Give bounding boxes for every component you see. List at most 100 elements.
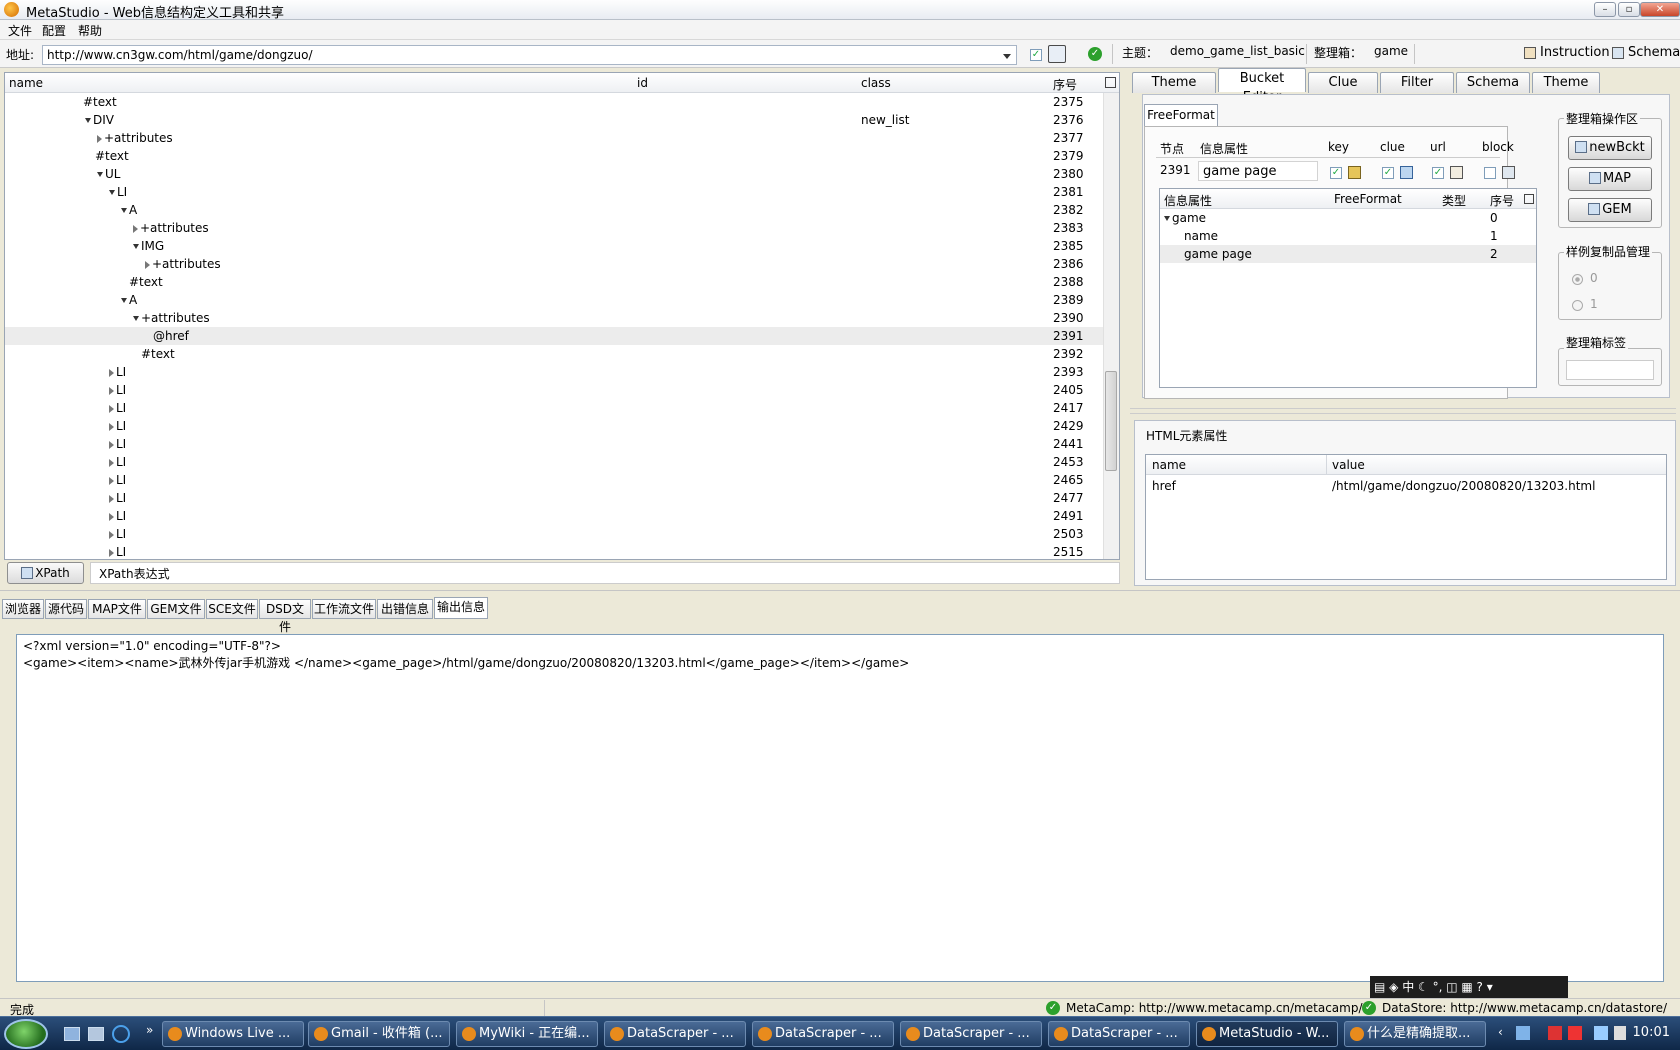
col-id[interactable]: id — [637, 76, 648, 90]
grid-hdr-ff[interactable]: FreeFormat — [1334, 192, 1402, 206]
column-chooser-icon[interactable] — [1105, 77, 1116, 88]
tree-row[interactable]: A 2382 — [5, 201, 1103, 219]
tray-security-icon[interactable] — [1548, 1026, 1562, 1040]
expanded-icon[interactable] — [97, 172, 103, 177]
clue-checkbox[interactable]: ✓ — [1382, 167, 1394, 179]
tab-clue-editor[interactable]: Clue Editor — [1308, 72, 1378, 109]
tree-scrollbar-thumb[interactable] — [1105, 371, 1117, 471]
instruction-link[interactable]: Instruction — [1540, 45, 1610, 60]
radio-1[interactable] — [1572, 300, 1583, 311]
grid-hdr-info[interactable]: 信息属性 — [1164, 192, 1212, 209]
ime-toolbar[interactable]: ▤ ◈ 中 ☾ °, ◫ ▦ ? ▾ — [1370, 976, 1568, 998]
bottom-tab[interactable]: 出错信息 — [377, 599, 433, 619]
bottom-splitter[interactable] — [0, 590, 1680, 594]
schema-link[interactable]: Schema — [1628, 45, 1680, 60]
gem-button[interactable]: GEM — [1568, 198, 1652, 222]
tray-acrobat-icon[interactable] — [1568, 1026, 1582, 1040]
taskbar-item[interactable]: DataScraper - ... — [604, 1021, 746, 1047]
col-class[interactable]: class — [861, 76, 891, 90]
ie-icon[interactable] — [112, 1025, 130, 1043]
clock[interactable]: 10:01 — [1633, 1025, 1670, 1040]
taskbar-item[interactable]: DataScraper - ... — [752, 1021, 894, 1047]
output-panel[interactable]: <?xml version="1.0" encoding="UTF-8"?> <… — [16, 634, 1664, 982]
collapsed-icon[interactable] — [145, 260, 150, 269]
tree-row[interactable]: +attributes 2386 — [5, 255, 1103, 273]
tab-bucket-editor[interactable]: Bucket Editor — [1218, 68, 1306, 105]
bottom-tab[interactable]: 源代码 — [45, 599, 87, 619]
tab-schema-list[interactable]: Schema List — [1456, 72, 1530, 109]
switch-windows-icon[interactable] — [88, 1027, 104, 1041]
close-button[interactable]: ✕ — [1640, 2, 1680, 17]
tree-row[interactable]: LI 2405 — [5, 381, 1103, 399]
tree-row[interactable]: #text 2379 — [5, 147, 1103, 165]
url-checkbox[interactable]: ✓ — [1432, 167, 1444, 179]
props-hdr-name[interactable]: name — [1152, 458, 1186, 472]
bottom-tab[interactable]: GEM文件 — [147, 599, 205, 619]
tree-row[interactable]: IMG 2385 — [5, 237, 1103, 255]
tray-display-icon[interactable] — [1594, 1026, 1608, 1040]
minimize-button[interactable]: – — [1594, 2, 1616, 17]
tree-scrollbar[interactable] — [1103, 93, 1119, 559]
collapsed-icon[interactable] — [133, 224, 138, 233]
collapsed-icon[interactable] — [109, 494, 114, 503]
collapsed-icon[interactable] — [109, 458, 114, 467]
tree-row[interactable]: LI 2441 — [5, 435, 1103, 453]
tree-row[interactable]: LI 2429 — [5, 417, 1103, 435]
grid-column-chooser-icon[interactable] — [1524, 194, 1534, 204]
tree-row[interactable]: LI 2381 — [5, 183, 1103, 201]
xpath-input[interactable]: XPath表达式 — [90, 562, 1120, 584]
tree-row[interactable]: @href 2391 — [5, 327, 1103, 345]
tree-row[interactable]: #text 2388 — [5, 273, 1103, 291]
taskbar-item[interactable]: 什么是精确提取... — [1344, 1021, 1486, 1047]
collapsed-icon[interactable] — [97, 134, 102, 143]
collapsed-icon[interactable] — [109, 476, 114, 485]
newbckt-button[interactable]: newBckt — [1568, 136, 1652, 160]
bottom-tab[interactable]: 浏览器 — [2, 599, 44, 619]
key-checkbox[interactable]: ✓ — [1330, 167, 1342, 179]
tree-row[interactable]: LI 2477 — [5, 489, 1103, 507]
metacamp-link[interactable]: MetaCamp: http://www.metacamp.cn/metacam… — [1066, 1001, 1363, 1015]
expanded-icon[interactable] — [121, 298, 127, 303]
splitter[interactable] — [1130, 408, 1676, 414]
taskbar-item[interactable]: MetaStudio - W... — [1196, 1021, 1338, 1047]
tree-row[interactable]: A 2389 — [5, 291, 1103, 309]
tab-theme-editor[interactable]: Theme Editor — [1132, 72, 1216, 109]
bucket-tag-input[interactable] — [1566, 360, 1654, 380]
bottom-tab[interactable]: SCE文件 — [206, 599, 258, 619]
bottom-tab[interactable]: DSD文件 — [259, 599, 311, 634]
menu-config[interactable]: 配置 — [42, 22, 66, 39]
bottom-tab[interactable]: 输出信息 — [434, 597, 488, 619]
info-attr-input[interactable]: game page — [1198, 161, 1318, 181]
props-row-value[interactable]: /html/game/dongzuo/20080820/13203.html — [1332, 479, 1595, 493]
tray-network-icon[interactable] — [1516, 1026, 1530, 1040]
col-name[interactable]: name — [9, 76, 43, 90]
props-row-name[interactable]: href — [1152, 479, 1176, 493]
tab-theme-list[interactable]: Theme List — [1532, 72, 1600, 109]
expanded-icon[interactable] — [133, 244, 139, 249]
map-button[interactable]: MAP — [1568, 167, 1652, 191]
grid-hdr-type[interactable]: 类型 — [1442, 192, 1466, 209]
tree-row[interactable]: LI 2417 — [5, 399, 1103, 417]
taskbar-item[interactable]: Windows Live ... — [162, 1021, 304, 1047]
tree-row[interactable]: LI 2503 — [5, 525, 1103, 543]
toolbar-checkbox[interactable]: ✓ — [1030, 49, 1042, 61]
props-hdr-value[interactable]: value — [1332, 458, 1365, 472]
tree-row[interactable]: LI 2453 — [5, 453, 1103, 471]
tree-row[interactable]: +attributes 2377 — [5, 129, 1103, 147]
url-input[interactable]: http://www.cn3gw.com/html/game/dongzuo/ — [42, 45, 1017, 65]
taskbar-item[interactable]: DataScraper - ... — [1048, 1021, 1190, 1047]
tray-expand-icon[interactable]: ‹ — [1498, 1025, 1503, 1039]
show-desktop-icon[interactable] — [64, 1027, 80, 1041]
tree-row[interactable]: UL 2380 — [5, 165, 1103, 183]
collapsed-icon[interactable] — [109, 512, 114, 521]
collapsed-icon[interactable] — [109, 530, 114, 539]
expanded-icon[interactable] — [133, 316, 139, 321]
bottom-tab[interactable]: MAP文件 — [88, 599, 146, 619]
block-checkbox[interactable] — [1484, 167, 1496, 179]
menu-help[interactable]: 帮助 — [78, 22, 102, 39]
tree-row[interactable]: LI 2465 — [5, 471, 1103, 489]
xpath-button[interactable]: XPath — [7, 562, 84, 584]
grid-row[interactable]: game page 2 — [1160, 245, 1536, 263]
tree-row[interactable]: +attributes 2390 — [5, 309, 1103, 327]
radio-0[interactable] — [1572, 274, 1583, 285]
